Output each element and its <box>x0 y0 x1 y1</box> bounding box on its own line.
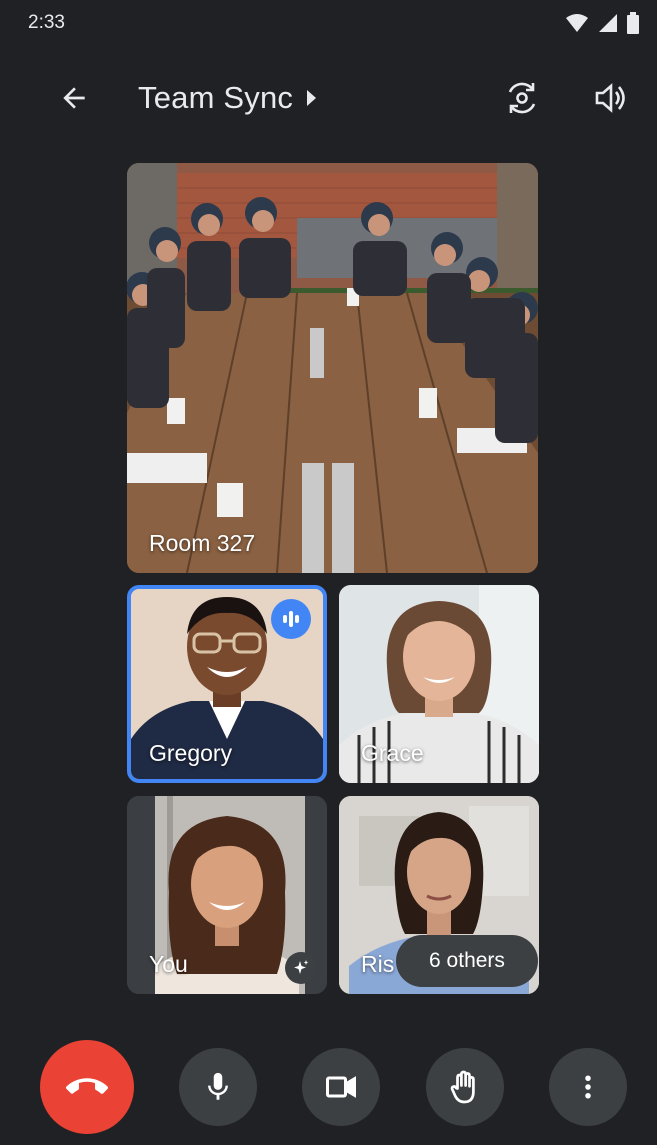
switch-camera-icon <box>508 82 536 114</box>
more-vert-icon <box>585 1075 591 1099</box>
end-call-button[interactable] <box>40 1040 134 1134</box>
participant-tile-gregory[interactable]: Gregory <box>127 585 327 783</box>
call-controls <box>8 1040 649 1140</box>
microphone-icon <box>208 1072 228 1100</box>
wifi-icon <box>566 14 588 32</box>
status-bar: 2:33 <box>8 0 649 46</box>
switch-camera-button[interactable] <box>500 76 544 120</box>
meeting-title-button[interactable]: Team Sync <box>138 80 317 116</box>
camera-button[interactable] <box>302 1048 380 1126</box>
room-video-image <box>127 163 538 573</box>
audio-level-icon <box>283 611 299 627</box>
participant-name: Grace <box>361 740 424 766</box>
speaker-icon <box>595 83 625 113</box>
participant-tile-grace[interactable]: Grace <box>339 585 539 783</box>
participant-name: Room 327 <box>149 530 256 556</box>
more-options-button[interactable] <box>549 1048 627 1126</box>
video-camera-icon <box>326 1076 356 1098</box>
meeting-title: Team Sync <box>138 80 294 115</box>
hang-up-icon <box>66 1078 108 1094</box>
participant-name: You <box>149 951 188 977</box>
sparkle-effects-icon <box>294 960 309 974</box>
participant-tile-self[interactable]: You <box>127 796 327 994</box>
battery-icon <box>627 12 639 34</box>
app-bar: Team Sync <box>8 70 649 126</box>
participant-name: Ris <box>361 951 395 977</box>
speaker-button[interactable] <box>588 76 632 120</box>
status-time: 2:33 <box>28 12 65 33</box>
meeting-screen: 2:33 Team Sync Room 327 Gregory Grace Yo… <box>8 0 649 1145</box>
speaking-indicator <box>271 599 311 639</box>
others-participants-button[interactable]: 6 others <box>396 935 538 987</box>
raise-hand-button[interactable] <box>426 1048 504 1126</box>
participant-name: Gregory <box>149 740 233 766</box>
back-button[interactable] <box>54 78 94 118</box>
cell-signal-icon <box>599 14 617 32</box>
arrow-back-icon <box>63 87 85 109</box>
chevron-right-icon <box>307 90 317 106</box>
effects-button[interactable] <box>285 952 317 984</box>
raise-hand-icon <box>450 1070 475 1104</box>
microphone-button[interactable] <box>179 1048 257 1126</box>
participant-tile-room[interactable]: Room 327 <box>127 163 538 573</box>
status-icons <box>565 12 639 34</box>
